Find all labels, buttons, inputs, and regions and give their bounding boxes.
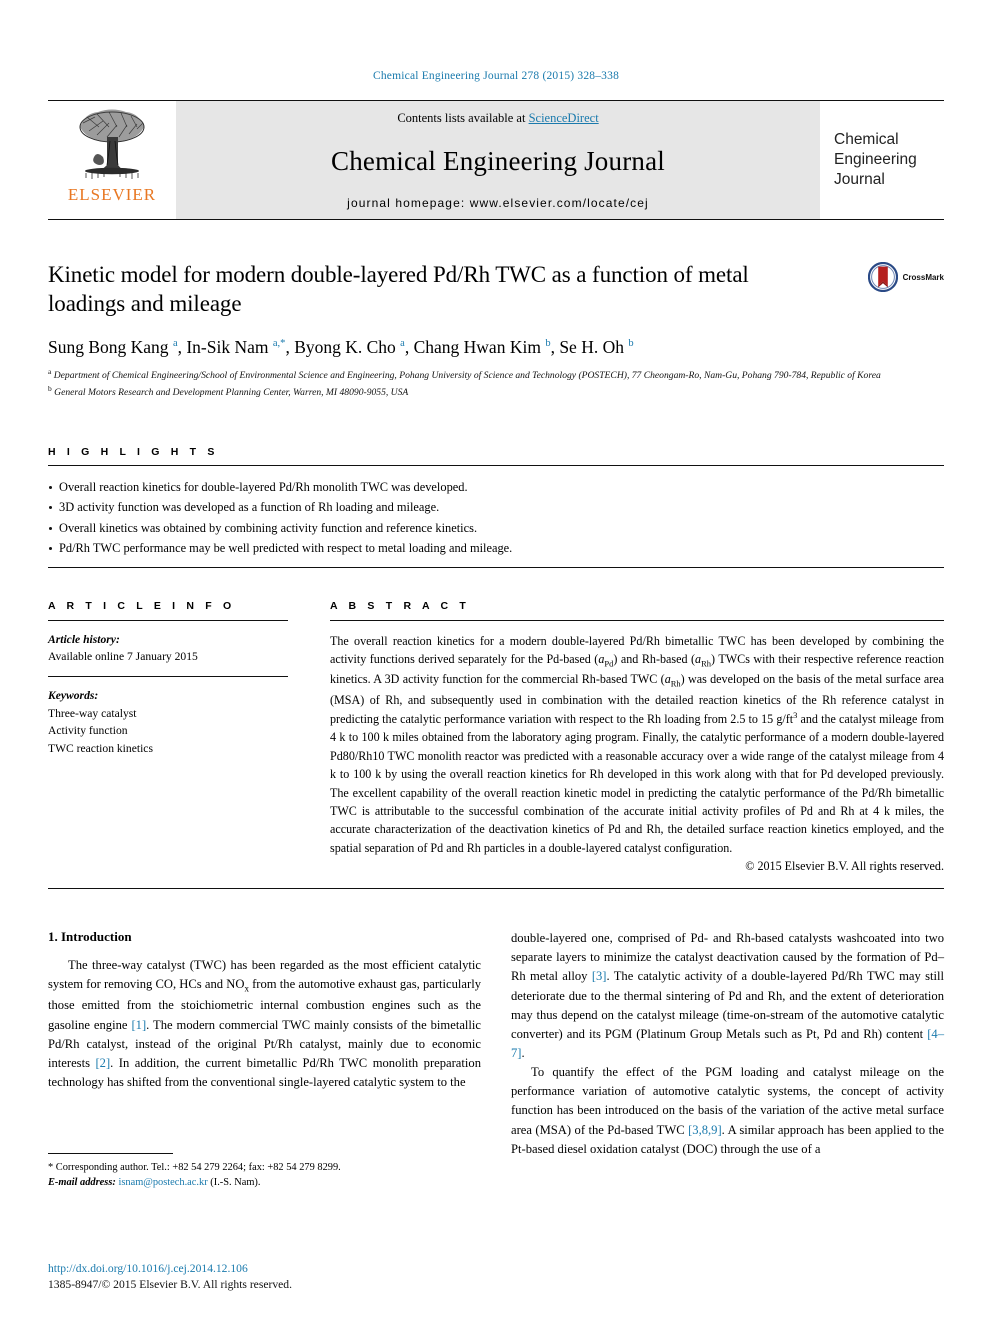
- cover-line-2: Engineering: [834, 151, 917, 169]
- abstract-section-rule-bottom: [48, 888, 944, 890]
- author-list: Sung Bong Kang a, In-Sik Nam a,*, Byong …: [48, 336, 634, 357]
- article-info-column: A R T I C L E I N F O Article history: A…: [48, 600, 288, 874]
- doi-link[interactable]: http://dx.doi.org/10.1016/j.cej.2014.12.…: [48, 1261, 481, 1277]
- contents-prefix: Contents lists available at: [397, 111, 529, 125]
- article-info-separator: [48, 676, 288, 678]
- cover-line-1: Chemical: [834, 131, 899, 149]
- highlights-section: H I G H L I G H T S Overall reaction kin…: [48, 446, 944, 568]
- highlights-heading: H I G H L I G H T S: [48, 445, 219, 458]
- list-item: Overall reaction kinetics for double-lay…: [48, 477, 944, 497]
- elsevier-tree-icon: [79, 109, 145, 179]
- keyword-item: Activity function: [48, 724, 128, 738]
- intro-paragraph-left: The three-way catalyst (TWC) has been re…: [48, 958, 481, 1089]
- highlights-rule-bottom: [48, 566, 944, 568]
- crossmark-label: CrossMark: [902, 272, 944, 282]
- title-block: Kinetic model for modern double-layered …: [48, 260, 944, 319]
- article-info-rule: [48, 619, 288, 621]
- body-columns: 1. Introduction The three-way catalyst (…: [48, 929, 944, 1188]
- footnote-rule: [48, 1153, 173, 1155]
- intro-paragraph-right-2: To quantify the effect of the PGM loadin…: [511, 1065, 944, 1156]
- body-column-left: 1. Introduction The three-way catalyst (…: [48, 929, 481, 1188]
- affiliation-list: a Department of Chemical Engineering/Sch…: [48, 367, 944, 400]
- keyword-item: TWC reaction kinetics: [48, 741, 153, 755]
- email-note: E-mail address: isnam@postech.ac.kr (I.-…: [48, 1177, 261, 1189]
- list-item: 3D activity function was developed as a …: [48, 497, 944, 517]
- footer-doi-block: http://dx.doi.org/10.1016/j.cej.2014.12.…: [48, 1261, 481, 1293]
- abstract-text: The overall reaction kinetics for a mode…: [330, 633, 945, 855]
- affiliation-b: b General Motors Research and Developmen…: [48, 383, 409, 398]
- journal-masthead: ELSEVIER Contents lists available at Sci…: [48, 100, 944, 220]
- body-column-right: double-layered one, comprised of Pd- and…: [511, 929, 944, 1159]
- keywords-block: Keywords: Three-way catalyst Activity fu…: [48, 687, 288, 757]
- contents-available-line: Contents lists available at ScienceDirec…: [397, 111, 598, 126]
- article-history-label: Article history:: [48, 632, 120, 646]
- abstract-copyright: © 2015 Elsevier B.V. All rights reserved…: [745, 859, 944, 874]
- issn-copyright: 1385-8947/© 2015 Elsevier B.V. All right…: [48, 1277, 292, 1291]
- info-abstract-section: A R T I C L E I N F O Article history: A…: [48, 600, 944, 874]
- cover-line-3: Journal: [834, 170, 885, 188]
- keyword-item: Three-way catalyst: [48, 706, 137, 720]
- journal-cover-thumb: Chemical Engineering Journal: [820, 101, 944, 219]
- highlights-rule-top: [48, 464, 944, 466]
- article-page: Chemical Engineering Journal 278 (2015) …: [0, 0, 992, 1323]
- sciencedirect-link[interactable]: ScienceDirect: [529, 111, 599, 125]
- section-heading-introduction: 1. Introduction: [48, 929, 132, 945]
- journal-banner: Contents lists available at ScienceDirec…: [176, 101, 820, 219]
- list-item: Overall kinetics was obtained by combini…: [48, 518, 944, 538]
- article-history: Article history: Available online 7 Janu…: [48, 631, 288, 666]
- elsevier-logo: ELSEVIER: [48, 101, 176, 219]
- intro-paragraph-right-1: double-layered one, comprised of Pd- and…: [511, 931, 945, 1060]
- abstract-heading: A B S T R A C T: [330, 599, 470, 612]
- list-item: Pd/Rh TWC performance may be well predic…: [48, 538, 944, 558]
- corresponding-author-note: * Corresponding author. Tel.: +82 54 279…: [48, 1162, 341, 1174]
- page-title: Kinetic model for modern double-layered …: [48, 262, 749, 317]
- abstract-column: A B S T R A C T The overall reaction kin…: [330, 600, 944, 874]
- highlights-list: Overall reaction kinetics for double-lay…: [48, 477, 944, 559]
- abstract-rule: [330, 619, 944, 621]
- keywords-label: Keywords:: [48, 689, 99, 703]
- running-head: Chemical Engineering Journal 278 (2015) …: [372, 70, 620, 82]
- journal-title: Chemical Engineering Journal: [330, 145, 665, 176]
- elsevier-wordmark: ELSEVIER: [67, 185, 157, 204]
- affiliation-a: a Department of Chemical Engineering/Sch…: [48, 366, 881, 381]
- crossmark-badge[interactable]: CrossMark: [867, 262, 944, 292]
- crossmark-icon: [867, 262, 898, 292]
- article-history-value: Available online 7 January 2015: [48, 650, 198, 664]
- journal-homepage[interactable]: journal homepage: www.elsevier.com/locat…: [347, 196, 649, 210]
- footnote-block: * Corresponding author. Tel.: +82 54 279…: [48, 1153, 481, 1190]
- article-info-heading: A R T I C L E I N F O: [48, 599, 236, 612]
